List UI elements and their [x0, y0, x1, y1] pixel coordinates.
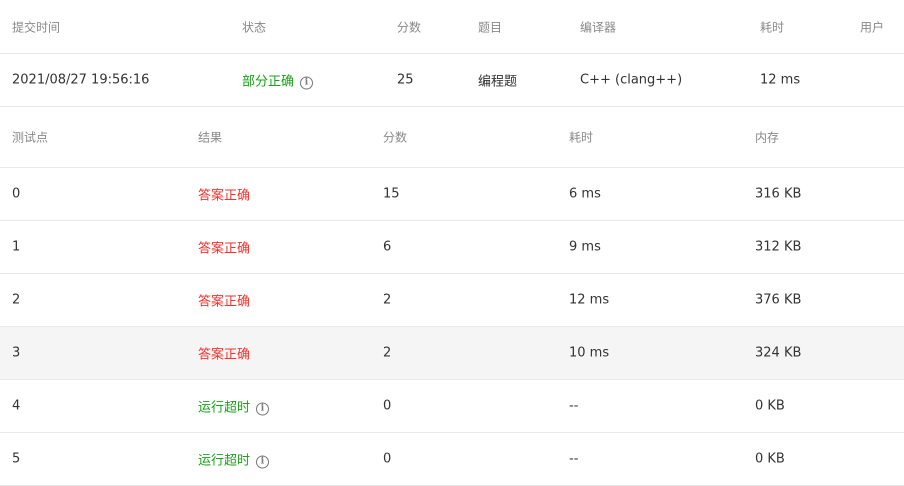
header-status: 状态: [242, 20, 267, 34]
test-row: 2 答案正确 2 12 ms 376 KB: [0, 274, 904, 327]
tests-header-row: 测试点 结果 分数 耗时 内存: [0, 107, 904, 168]
header-test-id: 测试点: [12, 130, 49, 145]
submission-header-row: 提交时间 状态 分数 题目 编译器 耗时 用户: [0, 0, 904, 54]
header-time: 耗时: [569, 130, 594, 145]
test-row: 3 答案正确 2 10 ms 324 KB: [0, 327, 904, 380]
status-label: 部分正确: [242, 74, 295, 90]
test-id: 1: [12, 239, 21, 255]
test-score: 0: [383, 398, 392, 414]
test-memory: 0 KB: [755, 451, 785, 467]
test-id: 3: [12, 345, 21, 361]
result-label: 答案正确: [198, 241, 251, 257]
test-memory: 0 KB: [755, 398, 785, 414]
test-result[interactable]: 运行超时 i: [198, 450, 270, 469]
test-memory: 312 KB: [755, 239, 802, 255]
test-result: 答案正确: [198, 185, 250, 204]
test-id: 5: [12, 451, 21, 467]
test-time: --: [569, 451, 579, 467]
test-id: 0: [12, 186, 21, 202]
submission-status[interactable]: 部分正确 i: [242, 71, 314, 90]
result-label: 运行超时: [198, 453, 251, 469]
result-label: 答案正确: [198, 347, 251, 363]
header-memory: 内存: [755, 130, 780, 145]
submission-row: 2021/08/27 19:56:16 部分正确 i 25 编程题 C++ (cl…: [0, 54, 904, 107]
test-score: 6: [383, 239, 392, 255]
test-row: 1 答案正确 6 9 ms 312 KB: [0, 221, 904, 274]
test-memory: 376 KB: [755, 292, 802, 308]
result-label: 答案正确: [198, 294, 251, 310]
test-score: 15: [383, 186, 400, 202]
test-result: 答案正确: [198, 344, 250, 363]
submit-time: 2021/08/27 19:56:16: [12, 72, 150, 88]
test-score: 2: [383, 292, 392, 308]
test-id: 4: [12, 398, 21, 414]
header-score: 分数: [383, 130, 408, 145]
problem-link[interactable]: 编程题: [478, 71, 517, 90]
header-user: 用户: [860, 20, 885, 34]
info-icon[interactable]: i: [300, 76, 314, 90]
test-row: 4 运行超时 i 0 -- 0 KB: [0, 380, 904, 433]
test-result[interactable]: 运行超时 i: [198, 397, 270, 416]
test-memory: 316 KB: [755, 186, 802, 202]
test-time: --: [569, 398, 579, 414]
submission-score: 25: [397, 72, 414, 88]
test-score: 2: [383, 345, 392, 361]
compiler: C++ (clang++): [580, 72, 683, 88]
test-time: 6 ms: [569, 186, 601, 202]
info-icon[interactable]: i: [256, 402, 270, 416]
header-problem: 题目: [478, 20, 503, 34]
result-label: 运行超时: [198, 400, 251, 416]
elapsed: 12 ms: [760, 72, 801, 88]
test-score: 0: [383, 451, 392, 467]
header-score: 分数: [397, 20, 422, 34]
test-row: 5 运行超时 i 0 -- 0 KB: [0, 433, 904, 486]
result-label: 答案正确: [198, 188, 251, 204]
test-time: 10 ms: [569, 345, 610, 361]
header-compiler: 编译器: [580, 20, 617, 34]
test-time: 9 ms: [569, 239, 601, 255]
test-memory: 324 KB: [755, 345, 802, 361]
test-id: 2: [12, 292, 21, 308]
test-result: 答案正确: [198, 238, 250, 257]
test-result: 答案正确: [198, 291, 250, 310]
header-submit-time: 提交时间: [12, 20, 61, 34]
test-row: 0 答案正确 15 6 ms 316 KB: [0, 168, 904, 221]
test-time: 12 ms: [569, 292, 610, 308]
header-elapsed: 耗时: [760, 20, 785, 34]
info-icon[interactable]: i: [256, 455, 270, 469]
header-result: 结果: [198, 130, 223, 145]
